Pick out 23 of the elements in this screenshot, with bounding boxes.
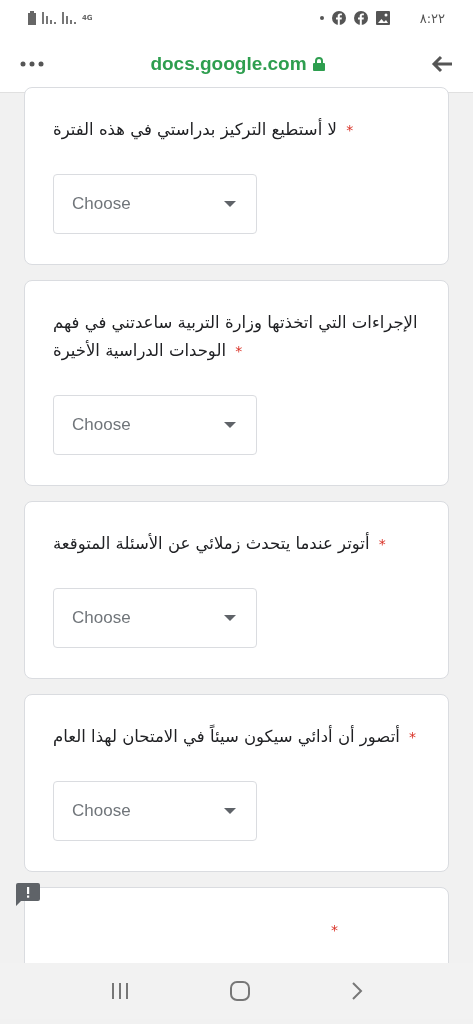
page-url: docs.google.com — [150, 53, 307, 75]
question-text: أتوتر عندما يتحدث زملائي عن الأسئلة المتوقعة * — [53, 531, 387, 556]
dot-icon — [319, 16, 324, 20]
question-text: أتصور أن أدائي سيكون سيئاً في الامتحان لهذا العام * — [53, 723, 422, 751]
caret-icon — [224, 615, 236, 621]
question-text: لا أستطيع التركيز بدراستي في هذه الفترة * — [53, 117, 355, 142]
required-marker: * — [330, 921, 339, 940]
signal-icon — [62, 12, 76, 24]
facebook-icon — [331, 11, 346, 25]
caret-icon — [224, 808, 236, 814]
facebook-icon — [353, 11, 368, 25]
choose-dropdown[interactable]: Choose — [53, 781, 257, 841]
battery-icon — [28, 11, 36, 25]
choose-dropdown[interactable]: Choose — [53, 588, 257, 648]
caret-icon — [224, 201, 236, 207]
clock-time: ٨:٢٢ — [419, 10, 445, 26]
signal-icon — [42, 12, 56, 24]
choose-dropdown[interactable]: Choose — [53, 174, 257, 234]
image-icon — [375, 11, 390, 25]
caret-icon — [224, 422, 236, 428]
more-icon — [20, 61, 44, 67]
choose-dropdown[interactable]: Choose — [53, 395, 257, 455]
question-text: الإجراءات التي اتخذتها وزارة التربية ساعدتني في فهم الوحدات الدراسية الأخيرة * — [53, 312, 419, 363]
